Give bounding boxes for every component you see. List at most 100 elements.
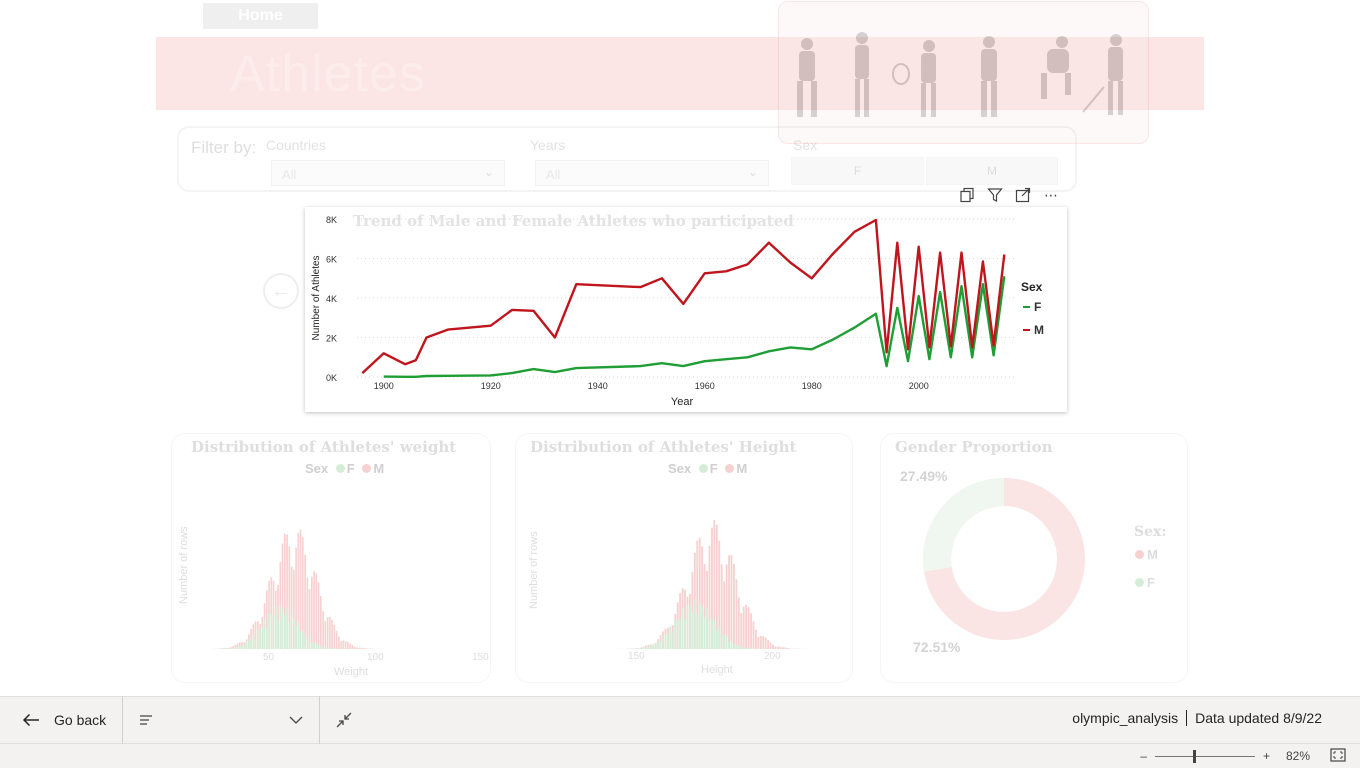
trend-line-chart[interactable]: Trend of Male and Female Athletes who pa…: [305, 207, 1067, 412]
more-options-icon[interactable]: ⋯: [1042, 186, 1060, 204]
hist-bar-f: [275, 605, 277, 649]
hist-bar-m: [779, 646, 782, 649]
hist-bar-f: [667, 633, 669, 649]
hist-bar-m: [317, 582, 320, 649]
zoom-out-button[interactable]: –: [1140, 749, 1147, 763]
y-tick-label: 4K: [326, 294, 337, 304]
hist-bar-m: [759, 636, 762, 649]
legend-label-m: M: [1034, 323, 1044, 337]
hist-bar-f: [747, 648, 750, 649]
hist-bar-f: [706, 607, 708, 649]
hist-bar-m: [747, 607, 750, 649]
hist-bar-f: [691, 611, 694, 649]
home-button[interactable]: Home: [203, 3, 318, 29]
years-dropdown[interactable]: All ⌄: [535, 160, 769, 186]
years-dropdown-value: All: [546, 167, 561, 182]
hist-bar-f: [297, 621, 300, 649]
gender-legend-m: M: [1135, 547, 1158, 562]
info-separator: [1186, 710, 1188, 726]
hist-bar-m: [347, 642, 349, 649]
hist-bar-m: [781, 647, 784, 649]
hist-bar-m: [335, 630, 338, 649]
gender-proportion-card[interactable]: Gender Proportion 27.49% 72.51% Sex: M F: [880, 433, 1188, 683]
hist-bar-f: [681, 608, 684, 649]
countries-dropdown[interactable]: All ⌄: [271, 160, 505, 186]
weight-legend: Sex F M: [305, 461, 384, 476]
hist-bar-f: [302, 629, 304, 649]
years-slicer-title: Years: [530, 137, 566, 153]
weight-distribution-card[interactable]: Distribution of Athletes' weight Sex F M…: [171, 433, 491, 683]
zoom-slider-thumb[interactable]: [1192, 749, 1196, 763]
hist-bar-f: [268, 613, 270, 649]
hist-bar-m: [365, 648, 367, 649]
hist-bar-m: [750, 613, 752, 649]
hist-bar-m: [737, 597, 740, 649]
hist-bar-f: [647, 647, 650, 649]
page-selector[interactable]: [123, 696, 319, 744]
hist-bar-f: [317, 645, 320, 649]
hist-bar-f: [733, 643, 735, 649]
go-back-label: Go back: [54, 712, 107, 728]
hist-bar-f: [295, 625, 297, 649]
collapse-icon[interactable]: [334, 710, 354, 730]
hist-bar-f: [281, 609, 284, 649]
y-tick-label: 0K: [326, 373, 337, 383]
sex-option-f[interactable]: F: [791, 157, 924, 185]
height-xlabel: Height: [701, 664, 733, 676]
zoom-slider[interactable]: [1154, 749, 1255, 763]
filter-icon[interactable]: [986, 186, 1004, 204]
back-arrow-button[interactable]: ←: [263, 273, 299, 309]
go-back-button[interactable]: Go back: [0, 696, 122, 744]
weight-legend-title: Sex: [305, 461, 329, 476]
hist-bar-m: [349, 643, 351, 649]
hist-bar-m: [769, 642, 772, 649]
hist-bar-f: [254, 638, 257, 649]
hist-bar-m: [772, 644, 774, 649]
weight-legend-f: F: [346, 461, 355, 476]
hist-bar-f: [637, 648, 640, 649]
hist-bar-f: [308, 636, 311, 649]
hist-bar-f: [701, 606, 704, 649]
copy-icon[interactable]: [958, 186, 976, 204]
visual-header: ⋯: [958, 185, 1066, 205]
hist-bar-f: [304, 632, 306, 649]
x-axis-label: Year: [671, 396, 694, 408]
hist-bar-m: [762, 636, 765, 649]
filter-label: Filter by:: [191, 138, 257, 157]
hist-bar-f: [664, 635, 667, 649]
gender-donut: [923, 478, 1085, 640]
hist-bar-f: [266, 627, 268, 649]
sex-option-m[interactable]: M: [926, 157, 1058, 185]
hist-bar-f: [263, 618, 266, 649]
hist-bar-f: [708, 621, 711, 649]
m-dot-icon: [1135, 550, 1144, 559]
weight-card-title: Distribution of Athletes' weight: [191, 438, 457, 456]
hist-bar-m: [358, 647, 360, 649]
hist-bar-f: [659, 642, 662, 649]
hist-bar-f: [720, 634, 723, 649]
hist-bar-f: [735, 644, 738, 649]
hist-bar-f: [640, 648, 642, 649]
hist-bar-f: [740, 647, 743, 649]
hist-bar-f: [669, 626, 672, 649]
weight-tick: 100: [367, 652, 384, 663]
hist-bar-f: [257, 628, 259, 649]
divider: [319, 696, 320, 744]
weight-tick: 50: [263, 652, 275, 663]
height-distribution-card[interactable]: Distribution of Athletes' Height Sex F M…: [515, 433, 853, 683]
hist-bar-f: [227, 648, 230, 649]
hist-bar-m: [764, 637, 767, 649]
hist-bar-m: [730, 555, 733, 649]
fit-to-page-icon[interactable]: [1330, 747, 1346, 765]
hist-bar-m: [331, 619, 333, 649]
zoom-in-button[interactable]: +: [1263, 749, 1270, 763]
zoom-level: 82%: [1285, 749, 1310, 763]
hist-bar-m: [733, 563, 735, 649]
hist-bar-m: [789, 648, 792, 649]
hist-bar-m: [299, 529, 302, 649]
height-ylabel: Number of rows: [528, 531, 540, 609]
hist-bar-f: [671, 631, 674, 649]
hist-bar-f: [286, 607, 288, 649]
hist-bar-f: [279, 605, 282, 649]
exit-focus-icon[interactable]: [1014, 186, 1032, 204]
